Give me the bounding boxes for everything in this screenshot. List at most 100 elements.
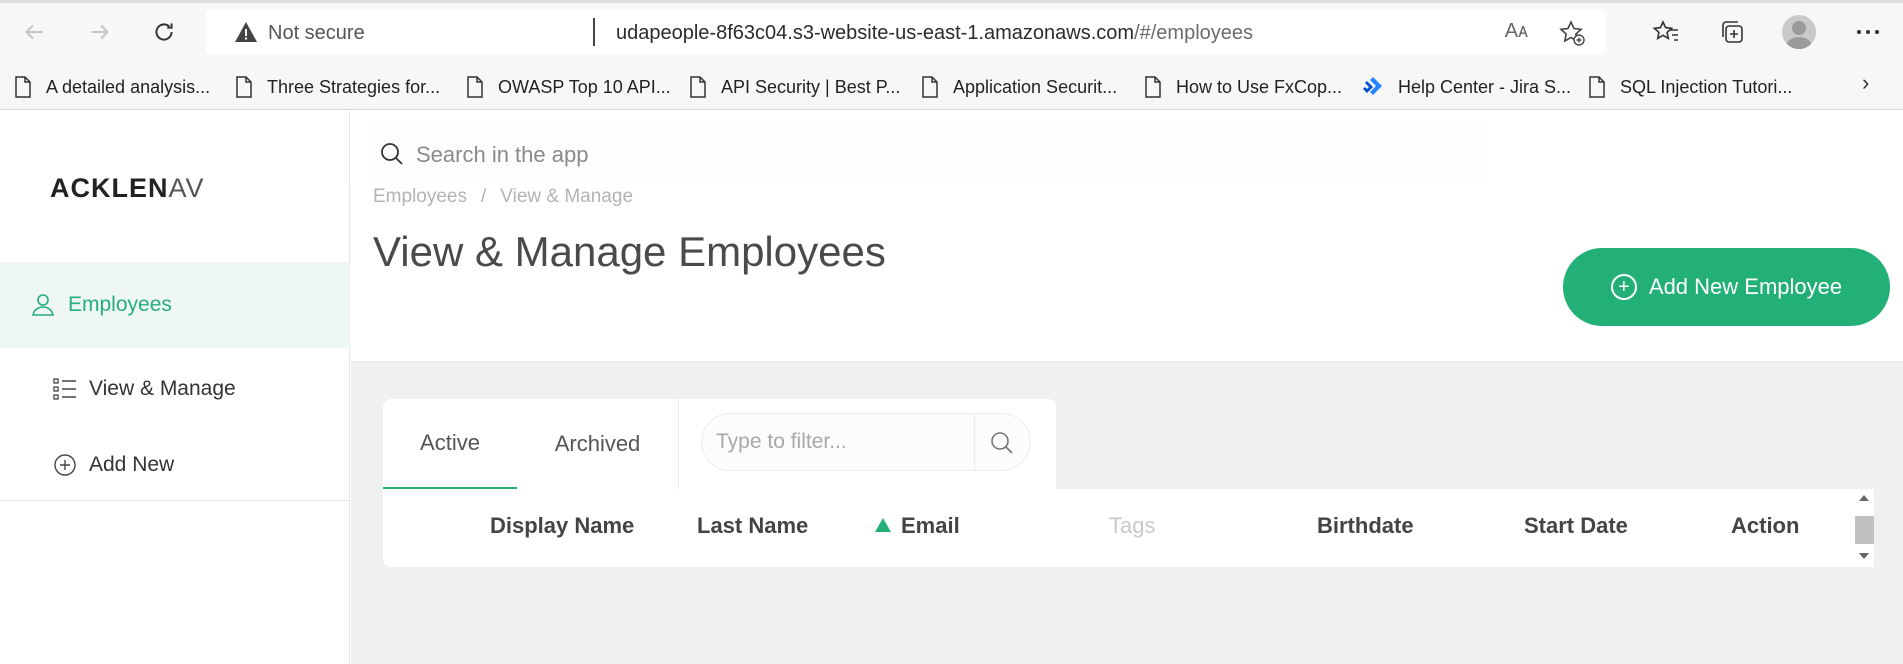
forward-button[interactable] <box>82 14 118 50</box>
more-options-button[interactable] <box>1852 16 1884 48</box>
url-path: /#/employees <box>1134 22 1254 44</box>
tab-strip-edge <box>0 0 1903 3</box>
bookmark-label: How to Use FxCop... <box>1176 76 1343 97</box>
profile-avatar[interactable] <box>1782 15 1816 49</box>
sidebar-divider <box>0 500 350 501</box>
add-button-label: Add New Employee <box>1648 274 1843 299</box>
reload-button[interactable] <box>146 14 182 50</box>
browser-toolbar: Not secure udapeople-8f63c04.s3-website-… <box>0 0 1903 64</box>
search-icon <box>381 143 403 165</box>
sidebar-item-label: Add New <box>89 453 175 476</box>
address-bar[interactable]: Not secure udapeople-8f63c04.s3-website-… <box>206 10 1606 54</box>
tabs-panel: Active Archived Type to filter... <box>383 399 1056 489</box>
collections-icon <box>1722 21 1743 43</box>
page-title: View & Manage Employees <box>373 228 886 275</box>
bookmarks-bar: A detailed analysis... Three Strategies … <box>0 64 1903 110</box>
sidebar-item-label: Employees <box>68 293 172 316</box>
sidebar-item-label: View & Manage <box>89 377 236 400</box>
add-new-employee-button[interactable]: + Add New Employee <box>1563 248 1890 326</box>
bookmark-item[interactable]: Help Center - Jira S... <box>1362 74 1571 100</box>
tab-divider <box>678 399 679 489</box>
url-host: udapeople-8f63c04.s3-website-us-east-1.a… <box>616 22 1135 44</box>
company-logo[interactable]: ACKLENAV <box>50 173 205 204</box>
avatar-body <box>1786 37 1812 49</box>
bookmark-item[interactable]: A detailed analysis... <box>14 74 210 100</box>
search-input[interactable]: Search in the app <box>369 125 1485 183</box>
page-icon <box>922 76 938 98</box>
scroll-thumb[interactable] <box>1855 516 1874 544</box>
column-last-name[interactable]: Last Name <box>697 513 808 539</box>
warning-icon <box>235 22 257 42</box>
plus-icon: + <box>1610 274 1637 300</box>
bookmark-item[interactable]: API Security | Best P... <box>689 74 900 100</box>
ellipsis-icon <box>1857 30 1879 34</box>
bookmark-label: Application Securit... <box>953 76 1118 97</box>
bookmark-label: SQL Injection Tutori... <box>1620 76 1793 97</box>
collections-button[interactable] <box>1716 16 1748 48</box>
column-birthdate[interactable]: Birthdate <box>1317 513 1414 539</box>
column-tags: Tags <box>1109 513 1156 538</box>
bookmark-label: Help Center - Jira S... <box>1398 76 1572 97</box>
main-content: Search in the app Employees / View & Manag… <box>351 111 1903 664</box>
list-icon <box>53 378 76 400</box>
read-aloud-icon[interactable]: Aᴀ <box>1505 20 1528 43</box>
arrow-right-icon <box>91 24 109 40</box>
avatar-head <box>1792 21 1806 35</box>
jira-icon <box>1363 77 1382 95</box>
bookmarks-overflow-chevron-icon[interactable]: › <box>1862 70 1869 96</box>
bookmark-label: API Security | Best P... <box>721 76 901 97</box>
filter-placeholder: Type to filter... <box>716 430 847 453</box>
tab-active[interactable]: Active <box>383 399 517 489</box>
reload-icon <box>155 23 173 41</box>
filter-input[interactable]: Type to filter... <box>701 413 1031 471</box>
column-email[interactable]: Email <box>901 513 960 539</box>
bookmark-label: OWASP Top 10 API... <box>498 76 671 97</box>
arrow-left-icon <box>25 24 43 40</box>
sidebar-item-employees[interactable]: Employees <box>0 262 350 348</box>
filter-search-icon[interactable] <box>988 429 1016 457</box>
filter-separator <box>974 414 975 470</box>
breadcrumb-item[interactable]: Employees <box>373 186 467 207</box>
add-favorite-icon[interactable] <box>1558 19 1586 47</box>
sort-ascending-icon[interactable] <box>875 518 891 532</box>
page-icon <box>236 76 252 98</box>
page-icon <box>690 76 706 98</box>
breadcrumb-separator: / <box>481 186 487 207</box>
sidebar: ACKLENAV Employees View & Manage Add New <box>0 111 350 664</box>
page-icon <box>1145 76 1161 98</box>
address-separator <box>593 18 595 46</box>
column-display-name[interactable]: Display Name <box>490 513 634 539</box>
page-icon <box>1589 76 1605 98</box>
favorites-star-icon <box>1652 20 1678 41</box>
logo-bold: ACKLEN <box>50 173 169 203</box>
logo-thin: AV <box>168 173 205 203</box>
bookmark-item[interactable]: Three Strategies for... <box>235 74 440 100</box>
column-action: Action <box>1731 513 1800 538</box>
bookmark-item[interactable]: Application Securit... <box>921 74 1117 100</box>
breadcrumb: Employees / View & Manage <box>373 186 633 208</box>
plus-circle-icon <box>54 454 76 476</box>
table-header: Display Name Last Name Email Tags Birthd… <box>383 489 1873 567</box>
security-label[interactable]: Not secure <box>268 22 365 45</box>
user-icon <box>32 294 54 316</box>
bookmark-item[interactable]: How to Use FxCop... <box>1144 74 1342 100</box>
column-start-date[interactable]: Start Date <box>1524 513 1628 539</box>
url-text[interactable]: udapeople-8f63c04.s3-website-us-east-1.a… <box>616 22 1253 45</box>
page-icon <box>467 76 483 98</box>
scroll-up-icon[interactable] <box>1859 495 1869 501</box>
bookmark-item[interactable]: OWASP Top 10 API... <box>466 74 671 100</box>
sidebar-item-view-manage[interactable]: View & Manage <box>0 363 350 415</box>
page-icon <box>15 76 31 98</box>
scroll-down-icon[interactable] <box>1859 553 1869 559</box>
search-placeholder: Search in the app <box>416 142 589 167</box>
app-root: ACKLENAV Employees View & Manage Add New… <box>0 111 1903 664</box>
bookmark-label: Three Strategies for... <box>267 76 441 97</box>
back-button[interactable] <box>16 14 52 50</box>
bookmark-label: A detailed analysis... <box>46 76 211 97</box>
breadcrumb-item[interactable]: View & Manage <box>500 186 633 207</box>
sidebar-item-add-new[interactable]: Add New <box>0 439 350 491</box>
tab-archived[interactable]: Archived <box>517 399 678 489</box>
table-scrollbar[interactable] <box>1854 489 1874 567</box>
favorites-button[interactable] <box>1650 16 1682 48</box>
bookmark-item[interactable]: SQL Injection Tutori... <box>1588 74 1792 100</box>
